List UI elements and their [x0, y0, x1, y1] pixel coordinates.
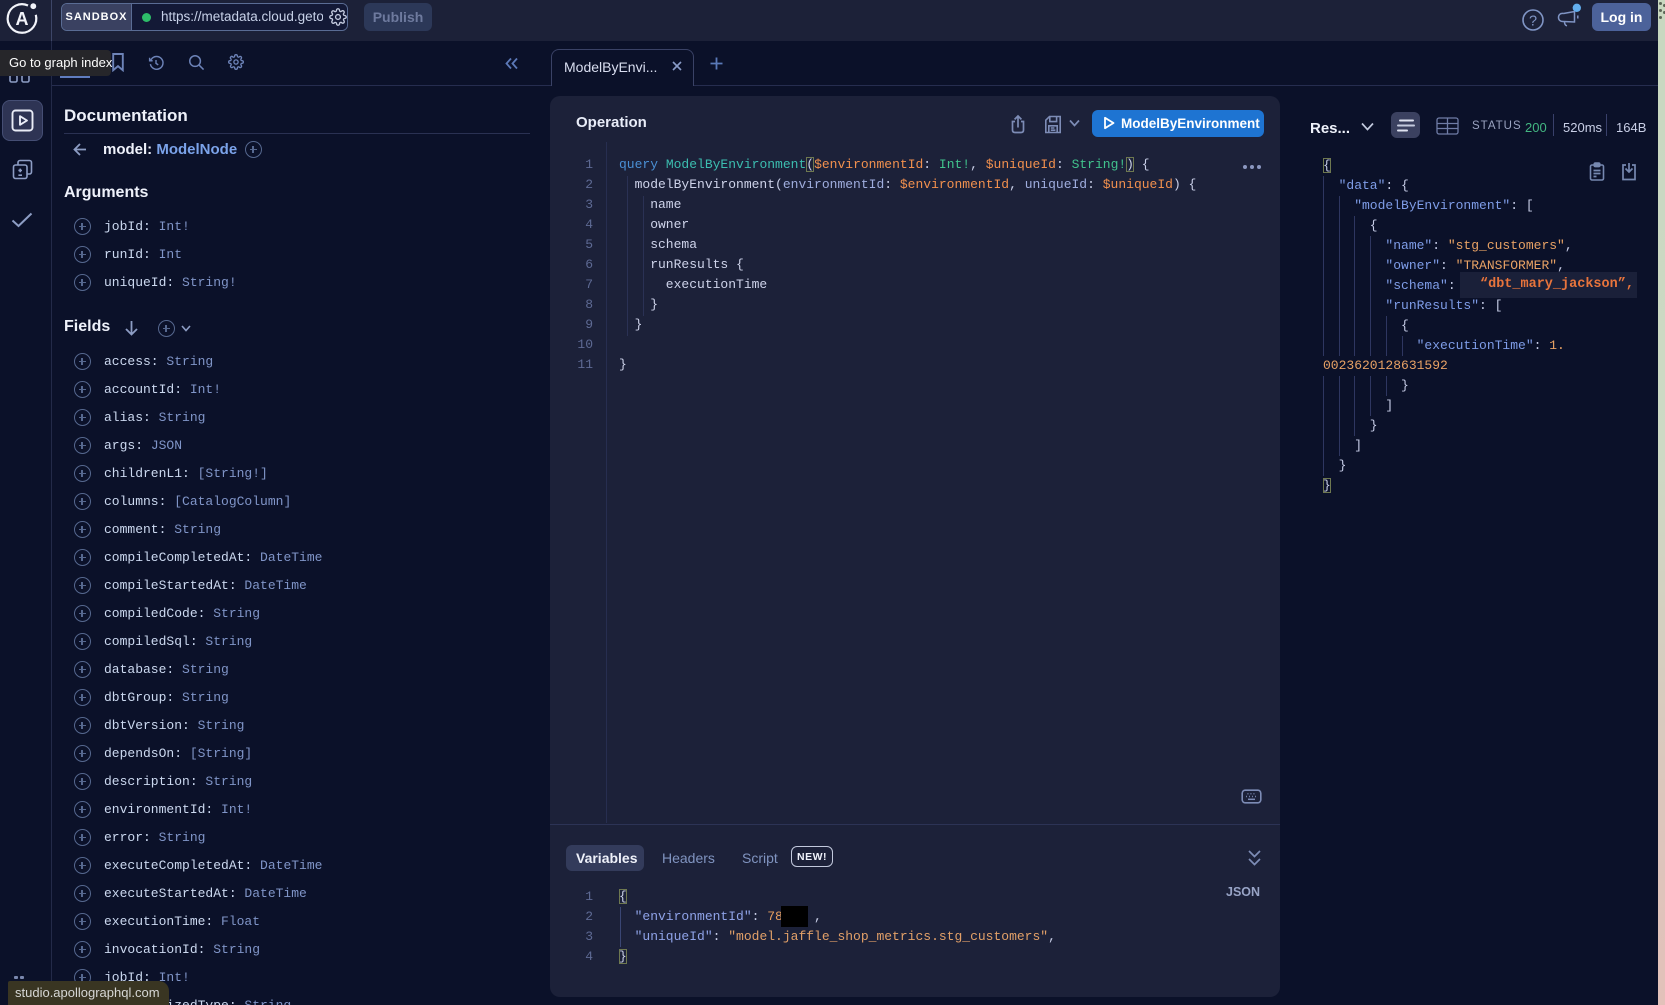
- svg-text:?: ?: [1529, 14, 1537, 30]
- svg-text:A: A: [16, 9, 29, 29]
